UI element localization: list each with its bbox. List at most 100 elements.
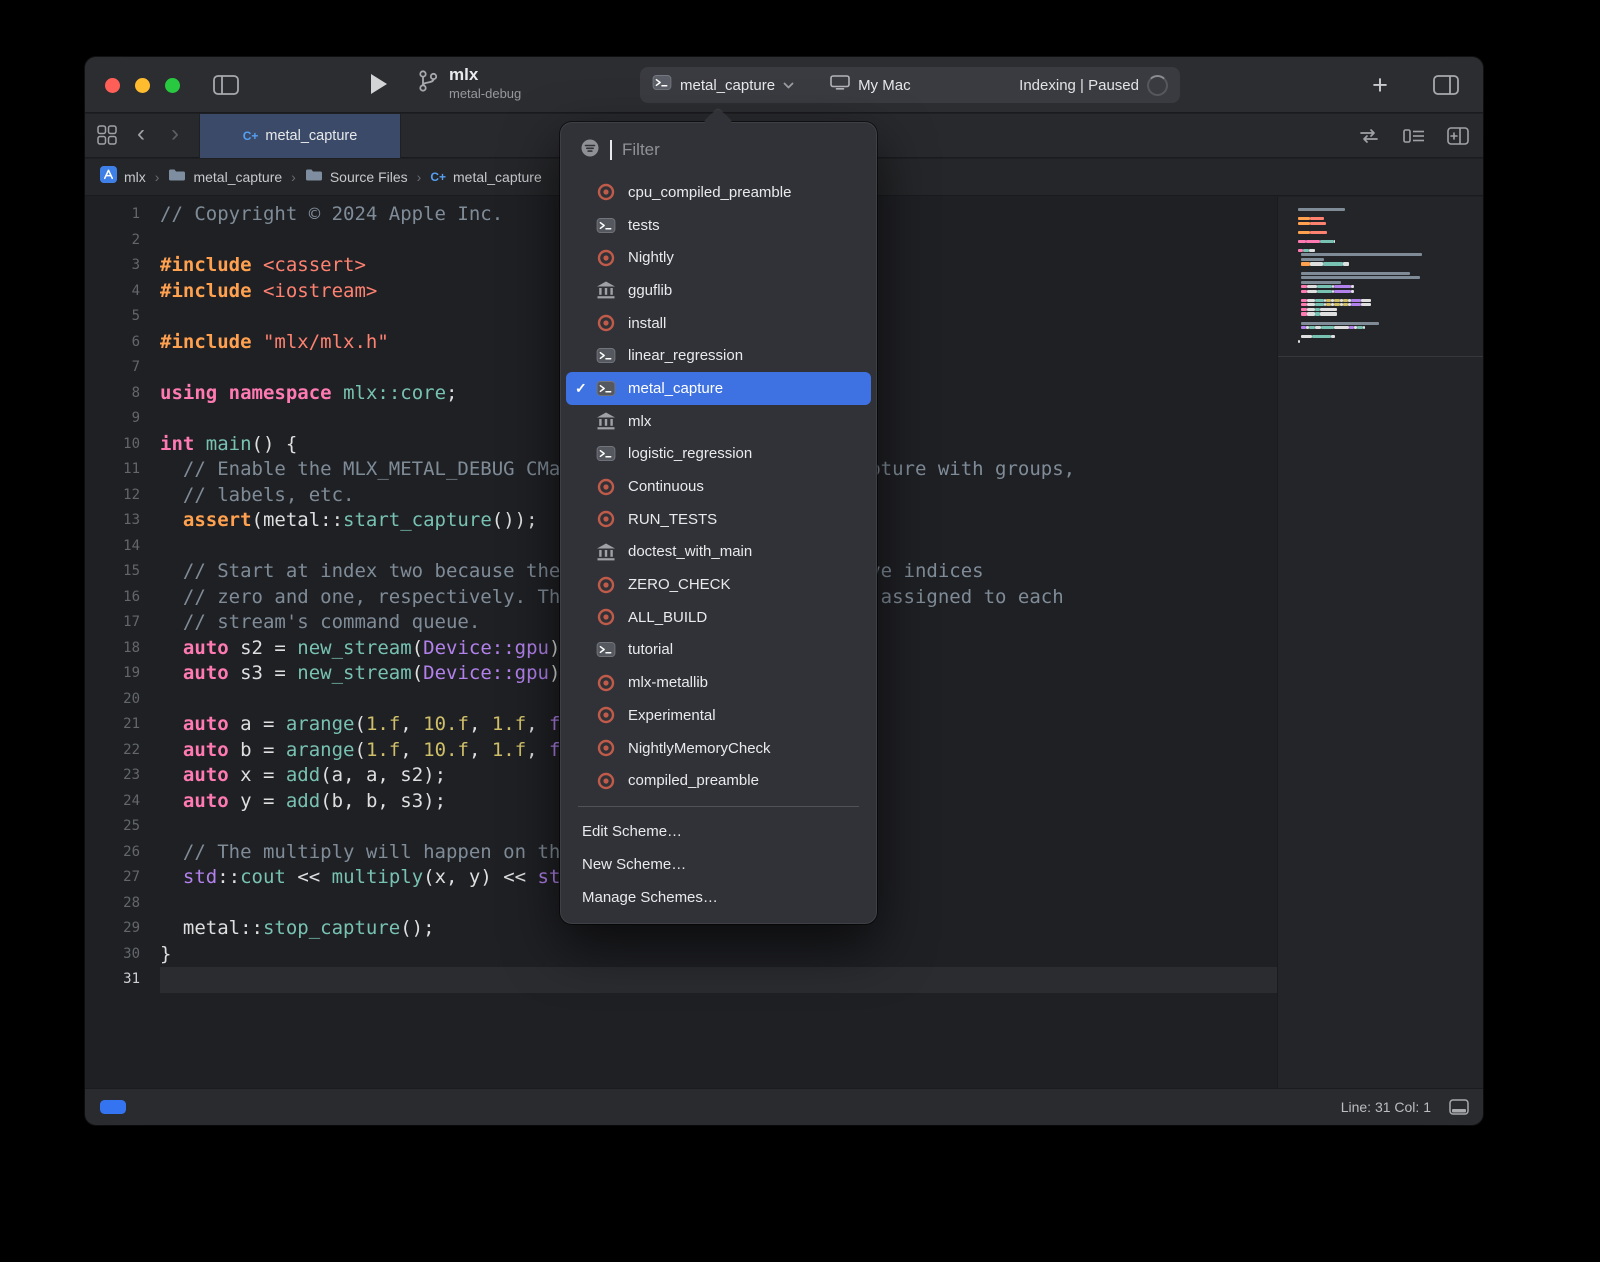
line-number[interactable]: 10: [85, 432, 140, 458]
breadcrumb-group-metal-capture[interactable]: metal_capture: [168, 168, 282, 187]
go-forward-button[interactable]: ›: [171, 120, 179, 148]
code-token: [252, 254, 263, 276]
scheme-item-mlx[interactable]: mlx: [566, 405, 871, 438]
scheme-item-tests[interactable]: tests: [566, 209, 871, 242]
line-number[interactable]: 4: [85, 279, 140, 305]
code-token: 10.f: [423, 739, 469, 761]
line-number[interactable]: 31: [85, 967, 140, 993]
indexing-status[interactable]: Indexing | Paused: [1019, 77, 1139, 94]
code-token: stop_capture: [263, 917, 400, 939]
minimap-line: [1298, 343, 1483, 348]
scheme-item-linear_regression[interactable]: linear_regression: [566, 339, 871, 372]
code-token: mlx::core: [343, 382, 446, 404]
scheme-item-Continuous[interactable]: Continuous: [566, 470, 871, 503]
close-window-button[interactable]: [105, 78, 120, 93]
toggle-inspector-icon[interactable]: [1433, 75, 1459, 95]
line-number[interactable]: 7: [85, 355, 140, 381]
breadcrumb-project[interactable]: mlx: [100, 166, 146, 188]
scheme-item-gguflib[interactable]: gguflib: [566, 274, 871, 307]
line-number[interactable]: 19: [85, 661, 140, 687]
scheme-item-Experimental[interactable]: Experimental: [566, 699, 871, 732]
line-number[interactable]: 14: [85, 534, 140, 560]
code-line[interactable]: }: [160, 942, 1277, 968]
line-number[interactable]: 9: [85, 406, 140, 432]
scheme-item-Nightly[interactable]: Nightly: [566, 241, 871, 274]
line-number[interactable]: 6: [85, 330, 140, 356]
code-line[interactable]: [160, 967, 1277, 993]
line-number[interactable]: 8: [85, 381, 140, 407]
editor-options-icon[interactable]: [1403, 128, 1425, 144]
scheme-destination-bar: metal_capture My Mac Indexing | Paused: [640, 67, 1180, 103]
editor-bars-toggle-icon[interactable]: [1449, 1099, 1469, 1115]
line-number[interactable]: 27: [85, 865, 140, 891]
code-token: ();: [400, 917, 434, 939]
scheme-item-RUN_TESTS[interactable]: RUN_TESTS: [566, 503, 871, 536]
scheme-item-ALL_BUILD[interactable]: ALL_BUILD: [566, 601, 871, 634]
tab-metal-capture[interactable]: C+ metal_capture: [199, 114, 401, 158]
line-number[interactable]: 17: [85, 610, 140, 636]
run-button[interactable]: [371, 74, 387, 94]
scheme-actions: Edit Scheme…New Scheme…Manage Schemes…: [560, 815, 877, 914]
scheme-item-metal_capture[interactable]: ✓metal_capture: [566, 372, 871, 405]
scheme-selector[interactable]: metal_capture: [680, 77, 775, 94]
scheme-item-doctest_with_main[interactable]: doctest_with_main: [566, 536, 871, 569]
gutter: 1234567891011121314151617181920212223242…: [85, 197, 160, 1088]
chevron-down-icon[interactable]: [783, 76, 794, 94]
line-number[interactable]: 21: [85, 712, 140, 738]
go-back-button[interactable]: ‹: [137, 120, 145, 148]
menu-item-edit-scheme-[interactable]: Edit Scheme…: [560, 815, 877, 848]
scheme-item-NightlyMemoryCheck[interactable]: NightlyMemoryCheck: [566, 732, 871, 765]
line-number[interactable]: 2: [85, 228, 140, 254]
line-number[interactable]: 15: [85, 559, 140, 585]
executable-icon: [596, 348, 616, 363]
line-number[interactable]: 28: [85, 891, 140, 917]
code-token: s2 =: [229, 637, 298, 659]
menu-item-new-scheme-[interactable]: New Scheme…: [560, 848, 877, 881]
minimap[interactable]: [1277, 197, 1483, 1088]
play-icon: [371, 74, 387, 94]
zoom-window-button[interactable]: [165, 78, 180, 93]
code-token: add: [286, 764, 320, 786]
scheme-item-ZERO_CHECK[interactable]: ZERO_CHECK: [566, 568, 871, 601]
popover-divider: [578, 806, 859, 807]
line-number[interactable]: 26: [85, 840, 140, 866]
scheme-item-cpu_compiled_preamble[interactable]: cpu_compiled_preamble: [566, 176, 871, 209]
line-number[interactable]: 18: [85, 636, 140, 662]
line-number[interactable]: 23: [85, 763, 140, 789]
line-number[interactable]: 12: [85, 483, 140, 509]
line-number[interactable]: 13: [85, 508, 140, 534]
minimize-window-button[interactable]: [135, 78, 150, 93]
add-button[interactable]: +: [1363, 69, 1397, 101]
code-token: auto: [183, 790, 229, 812]
line-number[interactable]: 22: [85, 738, 140, 764]
project-title-block: mlx metal-debug: [417, 65, 521, 102]
line-number[interactable]: 3: [85, 253, 140, 279]
scheme-item-tutorial[interactable]: tutorial: [566, 634, 871, 667]
line-number[interactable]: 5: [85, 304, 140, 330]
line-number[interactable]: 29: [85, 916, 140, 942]
breadcrumb-file[interactable]: C+ metal_capture: [430, 169, 541, 185]
scheme-item-install[interactable]: install: [566, 307, 871, 340]
code-token: [194, 433, 205, 455]
scheme-item-label: Continuous: [628, 478, 704, 495]
line-number[interactable]: 11: [85, 457, 140, 483]
executable-icon: [596, 446, 616, 461]
breadcrumb-group-source-files[interactable]: Source Files: [305, 168, 408, 187]
line-number[interactable]: 16: [85, 585, 140, 611]
line-number[interactable]: 24: [85, 789, 140, 815]
related-items-grid-icon[interactable]: [97, 125, 117, 145]
scheme-item-label: mlx: [628, 413, 651, 430]
toggle-navigator-icon[interactable]: [213, 75, 239, 95]
code-review-icon[interactable]: [1357, 128, 1381, 144]
line-number[interactable]: 20: [85, 687, 140, 713]
line-number[interactable]: 1: [85, 202, 140, 228]
scheme-item-compiled_preamble[interactable]: compiled_preamble: [566, 764, 871, 797]
scheme-item-mlx-metallib[interactable]: mlx-metallib: [566, 666, 871, 699]
menu-item-manage-schemes-[interactable]: Manage Schemes…: [560, 881, 877, 914]
line-number[interactable]: 25: [85, 814, 140, 840]
scheme-item-logistic_regression[interactable]: logistic_regression: [566, 438, 871, 471]
code-token: auto: [183, 637, 229, 659]
add-editor-icon[interactable]: [1447, 127, 1469, 145]
line-number[interactable]: 30: [85, 942, 140, 968]
destination-selector[interactable]: My Mac: [858, 77, 911, 94]
